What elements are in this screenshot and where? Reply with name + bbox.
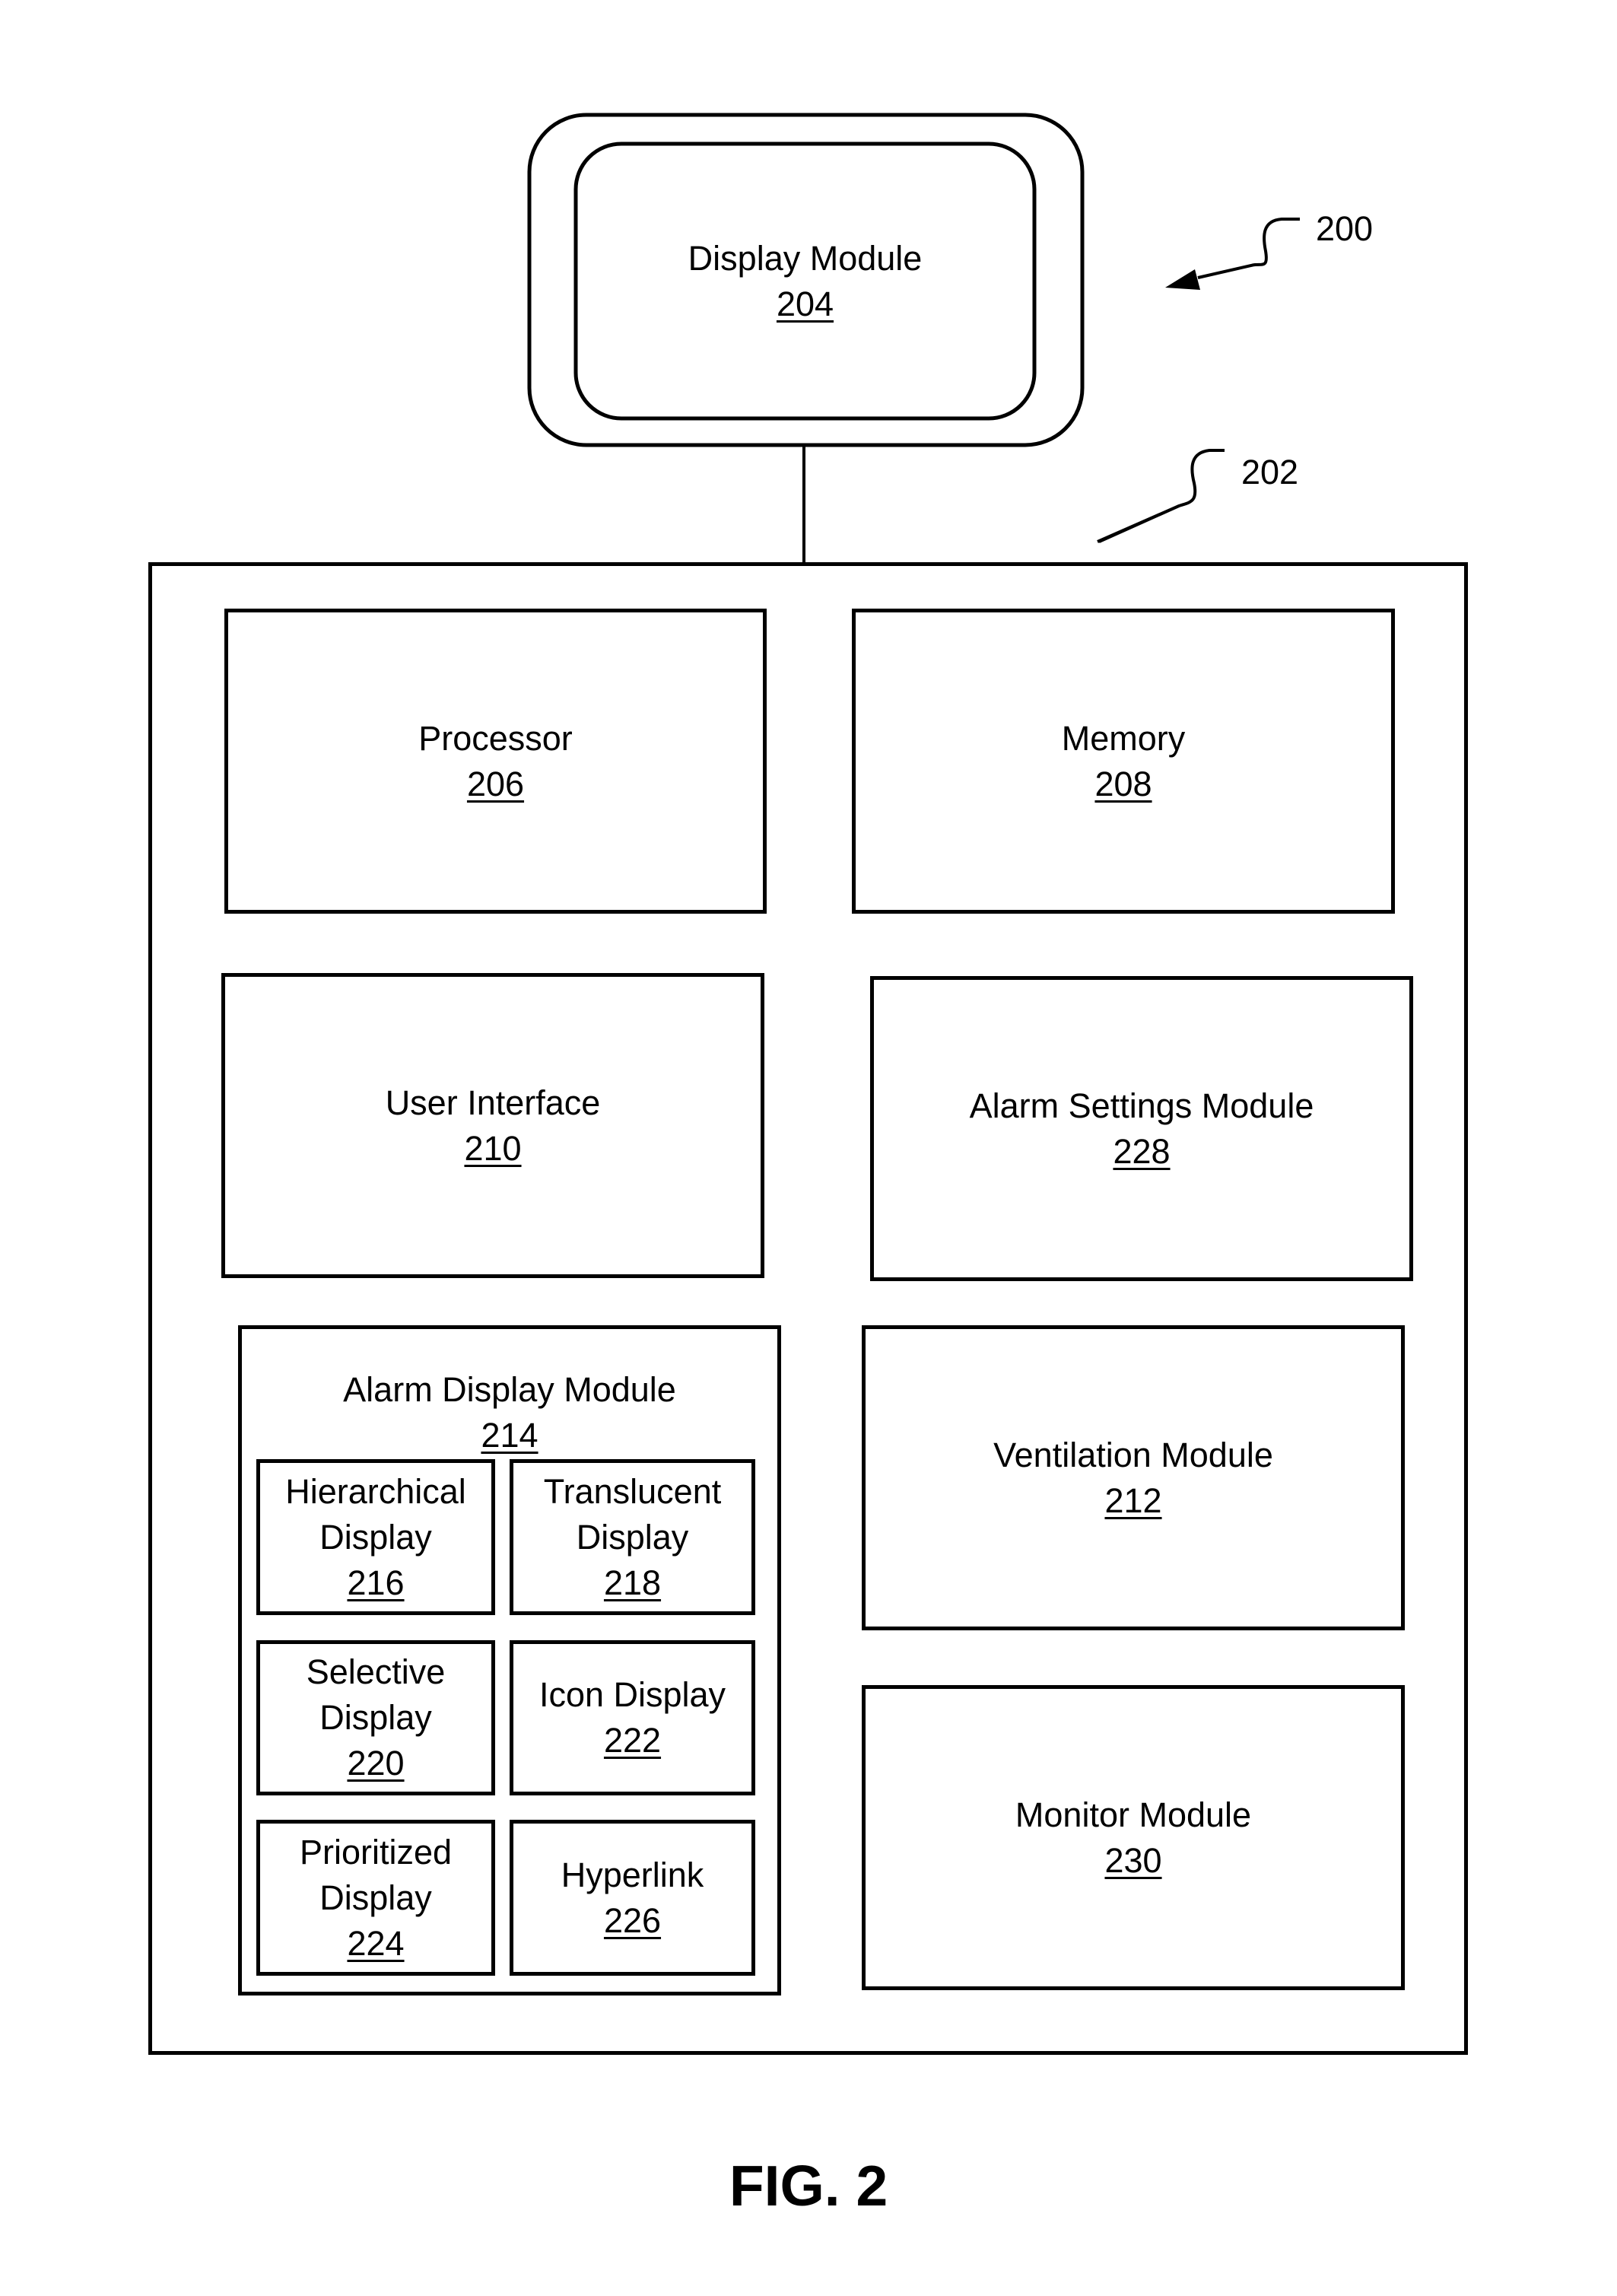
user-interface-ref: 210 [464,1128,522,1168]
processor-label: Processor [418,718,573,758]
alarm-display-module-label: Alarm Display Module [343,1370,676,1409]
processor-box: Processor 206 [224,609,767,914]
user-interface-box: User Interface 210 [221,973,764,1278]
ref-label-202: 202 [1241,453,1299,491]
monitor-label: Monitor Module [1015,1795,1252,1834]
display-module-label: Display Module [688,238,923,278]
submodule-selective-display: Selective Display 220 [256,1640,495,1795]
submodule-hierarchical-display: Hierarchical Display 216 [256,1459,495,1615]
submodule-hyperlink: Hyperlink 226 [510,1820,755,1976]
ref-label-200: 200 [1316,209,1374,248]
alarm-settings-label: Alarm Settings Module [969,1086,1314,1125]
submodule-label-line1: Hyperlink [561,1855,704,1894]
submodule-label-line1: Hierarchical [285,1471,466,1511]
display-module: Display Module 204 [576,144,1034,418]
memory-box: Memory 208 [852,609,1395,914]
submodule-icon-display: Icon Display 222 [510,1640,755,1795]
submodule-label-line1: Selective [306,1652,446,1691]
monitor-ref: 230 [1104,1840,1162,1880]
alarm-settings-ref: 228 [1113,1131,1171,1171]
processor-ref: 206 [466,764,525,803]
submodule-label-line1: Icon Display [538,1675,726,1714]
submodule-ref: 218 [603,1563,662,1602]
ventilation-module-box: Ventilation Module 212 [862,1325,1405,1630]
display-module-ref: 204 [776,284,834,323]
leader-202 [1097,449,1225,543]
ventilation-label: Ventilation Module [993,1435,1273,1474]
user-interface-label: User Interface [385,1083,601,1122]
submodule-ref: 222 [603,1721,662,1760]
submodule-label-line2: Display [576,1517,689,1557]
submodule-ref: 220 [347,1744,405,1782]
submodule-prioritized-display: Prioritized Display 224 [256,1820,495,1976]
submodule-ref: 216 [347,1563,405,1602]
submodule-ref: 226 [603,1900,662,1940]
submodule-label-line2: Display [319,1698,432,1737]
submodule-ref: 224 [347,1923,405,1963]
memory-label: Memory [1061,718,1186,758]
monitor-module-box: Monitor Module 230 [862,1685,1405,1990]
memory-ref: 208 [1094,764,1152,803]
submodule-label-line1: Translucent [543,1471,722,1511]
submodule-label-line2: Display [319,1517,432,1557]
arrowhead-200 [1165,269,1200,290]
submodule-label-line1: Prioritized [299,1832,453,1871]
alarm-display-module-ref: 214 [481,1416,538,1455]
ventilation-ref: 212 [1104,1480,1162,1520]
figure-caption: FIG. 2 [729,2154,888,2218]
submodule-label-line2: Display [319,1878,432,1917]
alarm-settings-box: Alarm Settings Module 228 [870,976,1413,1281]
submodule-translucent-display: Translucent Display 218 [510,1459,755,1615]
leader-200 [1197,218,1300,279]
